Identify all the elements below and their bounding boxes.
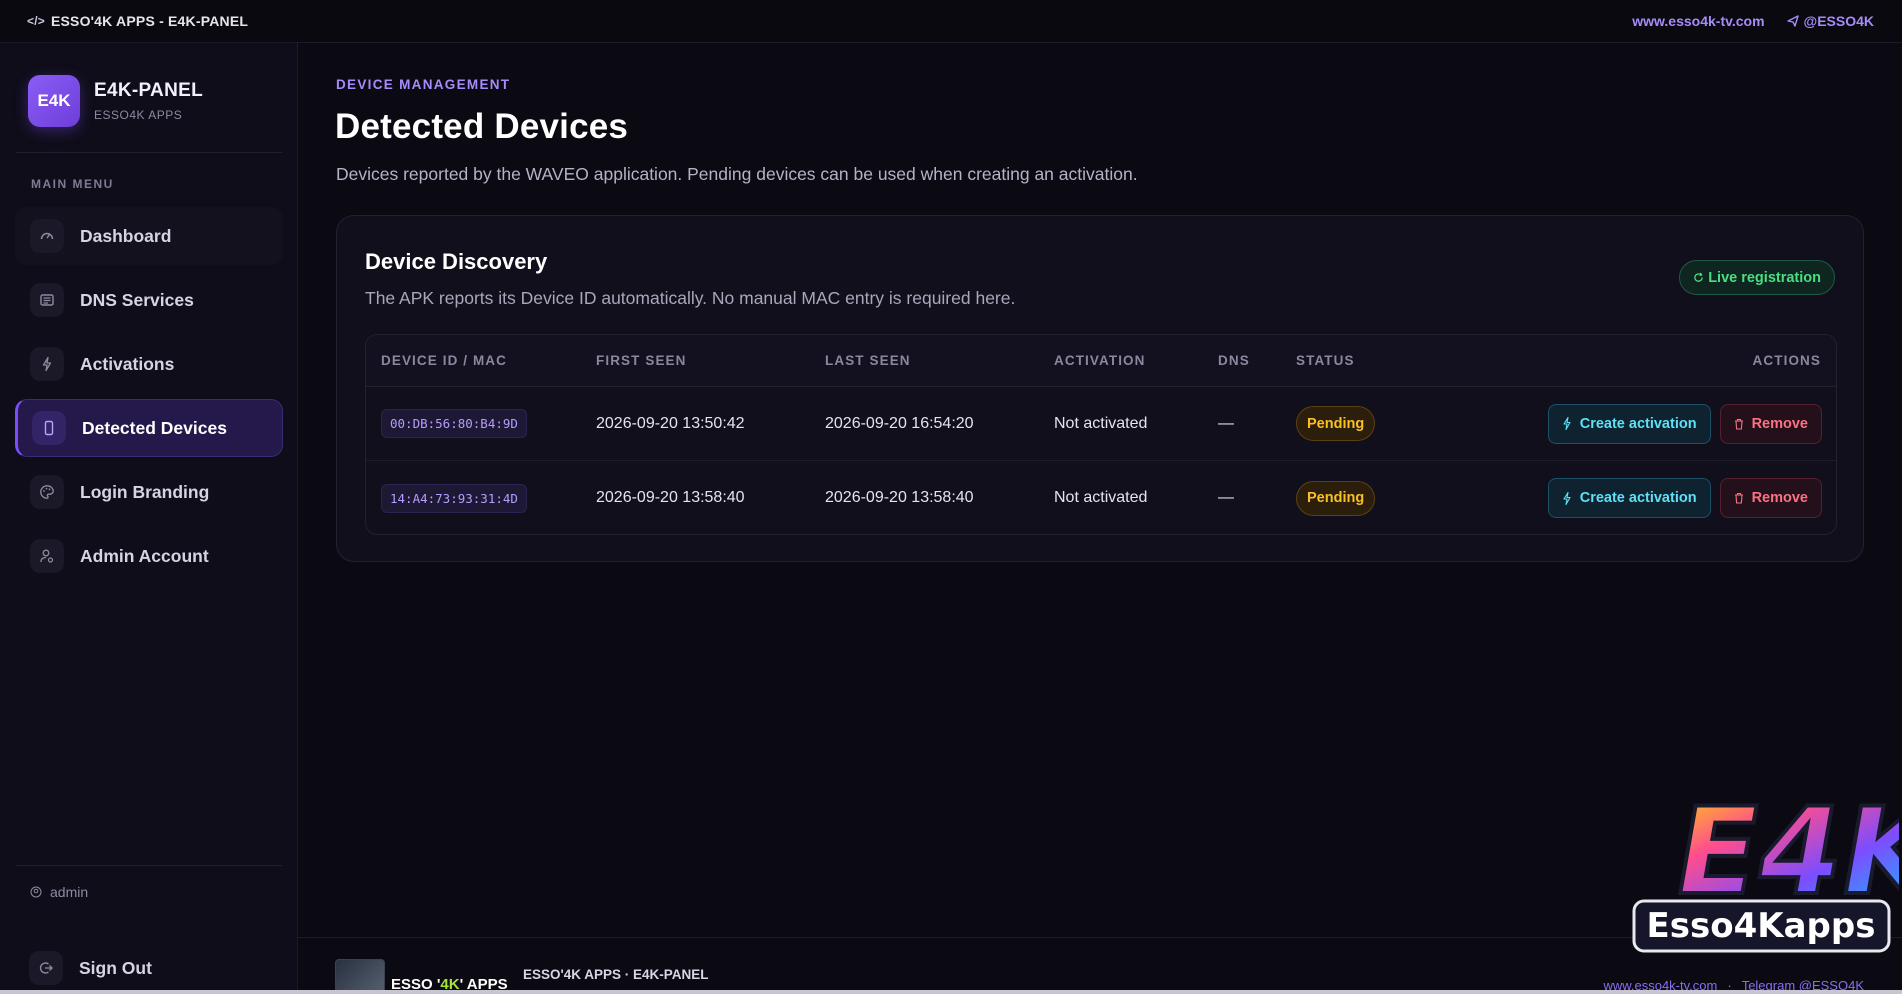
trash-icon xyxy=(1734,418,1743,430)
footer-logo: ESSO '4K' APPS xyxy=(335,959,508,994)
telegram-link[interactable]: @ESSO4K xyxy=(1786,13,1874,29)
sidebar-item-admin-account[interactable]: Admin Account xyxy=(15,527,283,585)
phone-icon xyxy=(32,411,66,445)
sidebar-item-dns-services[interactable]: DNS Services xyxy=(15,271,283,329)
sidebar-divider xyxy=(16,865,282,866)
sidebar-item-label: Admin Account xyxy=(80,545,209,566)
remove-device-button[interactable]: Remove xyxy=(1719,478,1822,518)
logo-tile: E4K xyxy=(28,75,80,127)
table-row: 14:A4:73:93:31:4D 2026-09-20 13:58:40 20… xyxy=(366,461,1836,534)
last-seen-cell: 2026-09-20 13:58:40 xyxy=(825,489,974,506)
card-title: Device Discovery xyxy=(365,249,548,274)
topbar-brand: </> ESSO'4K APPS - E4K-PANEL xyxy=(27,13,248,29)
create-activation-button[interactable]: Create activation xyxy=(1547,403,1711,444)
logout-icon xyxy=(29,951,63,985)
create-activation-button[interactable]: Create activation xyxy=(1547,478,1711,518)
section-eyebrow: DEVICE MANAGEMENT xyxy=(336,77,511,92)
status-badge: Pending xyxy=(1296,480,1376,516)
devices-table: DEVICE ID / MAC FIRST SEEN LAST SEEN ACT… xyxy=(365,334,1837,535)
sidebar-item-label: Detected Devices xyxy=(82,417,227,438)
paper-plane-icon xyxy=(1786,15,1799,27)
column-header-status[interactable]: STATUS xyxy=(1296,353,1476,368)
sidebar-item-dashboard[interactable]: Dashboard xyxy=(15,207,283,265)
top-bar: </> ESSO'4K APPS - E4K-PANEL www.esso4k-… xyxy=(0,0,1902,43)
bottom-strip xyxy=(0,990,1902,994)
card-subtitle: The APK reports its Device ID automatica… xyxy=(365,288,1016,308)
topbar-links: www.esso4k-tv.com @ESSO4K xyxy=(1632,13,1874,29)
live-registration-badge: Live registration xyxy=(1679,260,1835,295)
menu-label: MAIN MENU xyxy=(31,177,114,191)
sidebar-menu: Dashboard DNS Services Activations Detec… xyxy=(15,207,283,591)
sidebar-divider xyxy=(16,152,282,153)
live-badge-label: Live registration xyxy=(1708,269,1821,286)
last-seen-cell: 2026-09-20 16:54:20 xyxy=(825,414,974,432)
list-icon xyxy=(30,283,64,317)
column-header-first-seen[interactable]: FIRST SEEN xyxy=(596,353,825,368)
column-header-activation[interactable]: ACTIVATION xyxy=(1054,353,1218,368)
page-description: Devices reported by the WAVEO applicatio… xyxy=(336,164,1138,184)
gauge-icon xyxy=(30,219,64,253)
sign-out-label: Sign Out xyxy=(79,957,152,978)
sidebar-item-label: Dashboard xyxy=(80,225,172,246)
device-id-chip: 14:A4:73:93:31:4D xyxy=(381,483,527,513)
sidebar-item-label: Login Branding xyxy=(80,481,210,502)
remove-device-label: Remove xyxy=(1751,415,1808,432)
user-circle-icon xyxy=(30,886,42,898)
device-id-chip: 00:DB:56:80:B4:9D xyxy=(381,409,527,438)
column-header-last-seen[interactable]: LAST SEEN xyxy=(825,353,1054,368)
dns-cell: — xyxy=(1218,489,1234,506)
bolt-icon xyxy=(1563,417,1571,430)
app-name: E4K-PANEL xyxy=(94,80,203,101)
activation-cell: Not activated xyxy=(1054,414,1148,432)
create-activation-label: Create activation xyxy=(1579,415,1697,432)
app-subtitle: ESSO4K APPS xyxy=(94,108,183,122)
topbar-brand-label: ESSO'4K APPS - E4K-PANEL xyxy=(50,13,249,29)
sidebar-item-login-branding[interactable]: Login Branding xyxy=(15,463,283,521)
footer-logo-image xyxy=(335,959,385,994)
svg-text:Esso4Kapps: Esso4Kapps xyxy=(1647,906,1876,946)
current-user: admin xyxy=(30,884,88,900)
first-seen-cell: 2026-09-20 13:50:42 xyxy=(596,414,745,432)
page-title: Detected Devices xyxy=(335,107,629,146)
activation-cell: Not activated xyxy=(1054,489,1148,506)
palette-icon xyxy=(30,475,64,509)
footer-brand: ESSO'4K APPS · E4K-PANEL xyxy=(523,967,709,982)
create-activation-label: Create activation xyxy=(1579,490,1697,506)
remove-device-label: Remove xyxy=(1751,490,1808,506)
table-header: DEVICE ID / MAC FIRST SEEN LAST SEEN ACT… xyxy=(366,335,1836,387)
bolt-icon xyxy=(1563,491,1571,505)
sidebar-item-label: DNS Services xyxy=(80,289,194,310)
column-header-dns[interactable]: DNS xyxy=(1218,353,1296,368)
sidebar-item-label: Activations xyxy=(80,353,175,374)
e4k-sticker-logo: E4K Esso4Kapps xyxy=(1632,780,1899,953)
sidebar-item-activations[interactable]: Activations xyxy=(15,335,283,393)
remove-device-button[interactable]: Remove xyxy=(1719,403,1822,444)
telegram-link-label: @ESSO4K xyxy=(1803,13,1874,29)
current-user-name: admin xyxy=(50,884,89,900)
column-header-actions: ACTIONS xyxy=(1752,353,1821,368)
trash-icon xyxy=(1734,492,1743,504)
code-icon: </> xyxy=(27,14,45,28)
website-link[interactable]: www.esso4k-tv.com xyxy=(1632,13,1764,29)
dns-cell: — xyxy=(1218,414,1234,432)
table-row: 00:DB:56:80:B4:9D 2026-09-20 13:50:42 20… xyxy=(366,387,1836,461)
sidebar: E4K E4K-PANEL ESSO4K APPS MAIN MENU Dash… xyxy=(0,43,298,994)
status-badge: Pending xyxy=(1296,406,1376,441)
refresh-icon xyxy=(1694,272,1703,282)
user-gear-icon xyxy=(30,539,64,573)
sidebar-logo[interactable]: E4K E4K-PANEL ESSO4K APPS xyxy=(28,75,203,127)
bolt-icon xyxy=(30,347,64,381)
device-discovery-card: Device Discovery The APK reports its Dev… xyxy=(336,215,1864,562)
first-seen-cell: 2026-09-20 13:58:40 xyxy=(596,489,745,506)
column-header-device-id[interactable]: DEVICE ID / MAC xyxy=(366,353,596,368)
sidebar-item-detected-devices[interactable]: Detected Devices xyxy=(15,399,283,457)
sign-out-button[interactable]: Sign Out xyxy=(15,942,283,994)
